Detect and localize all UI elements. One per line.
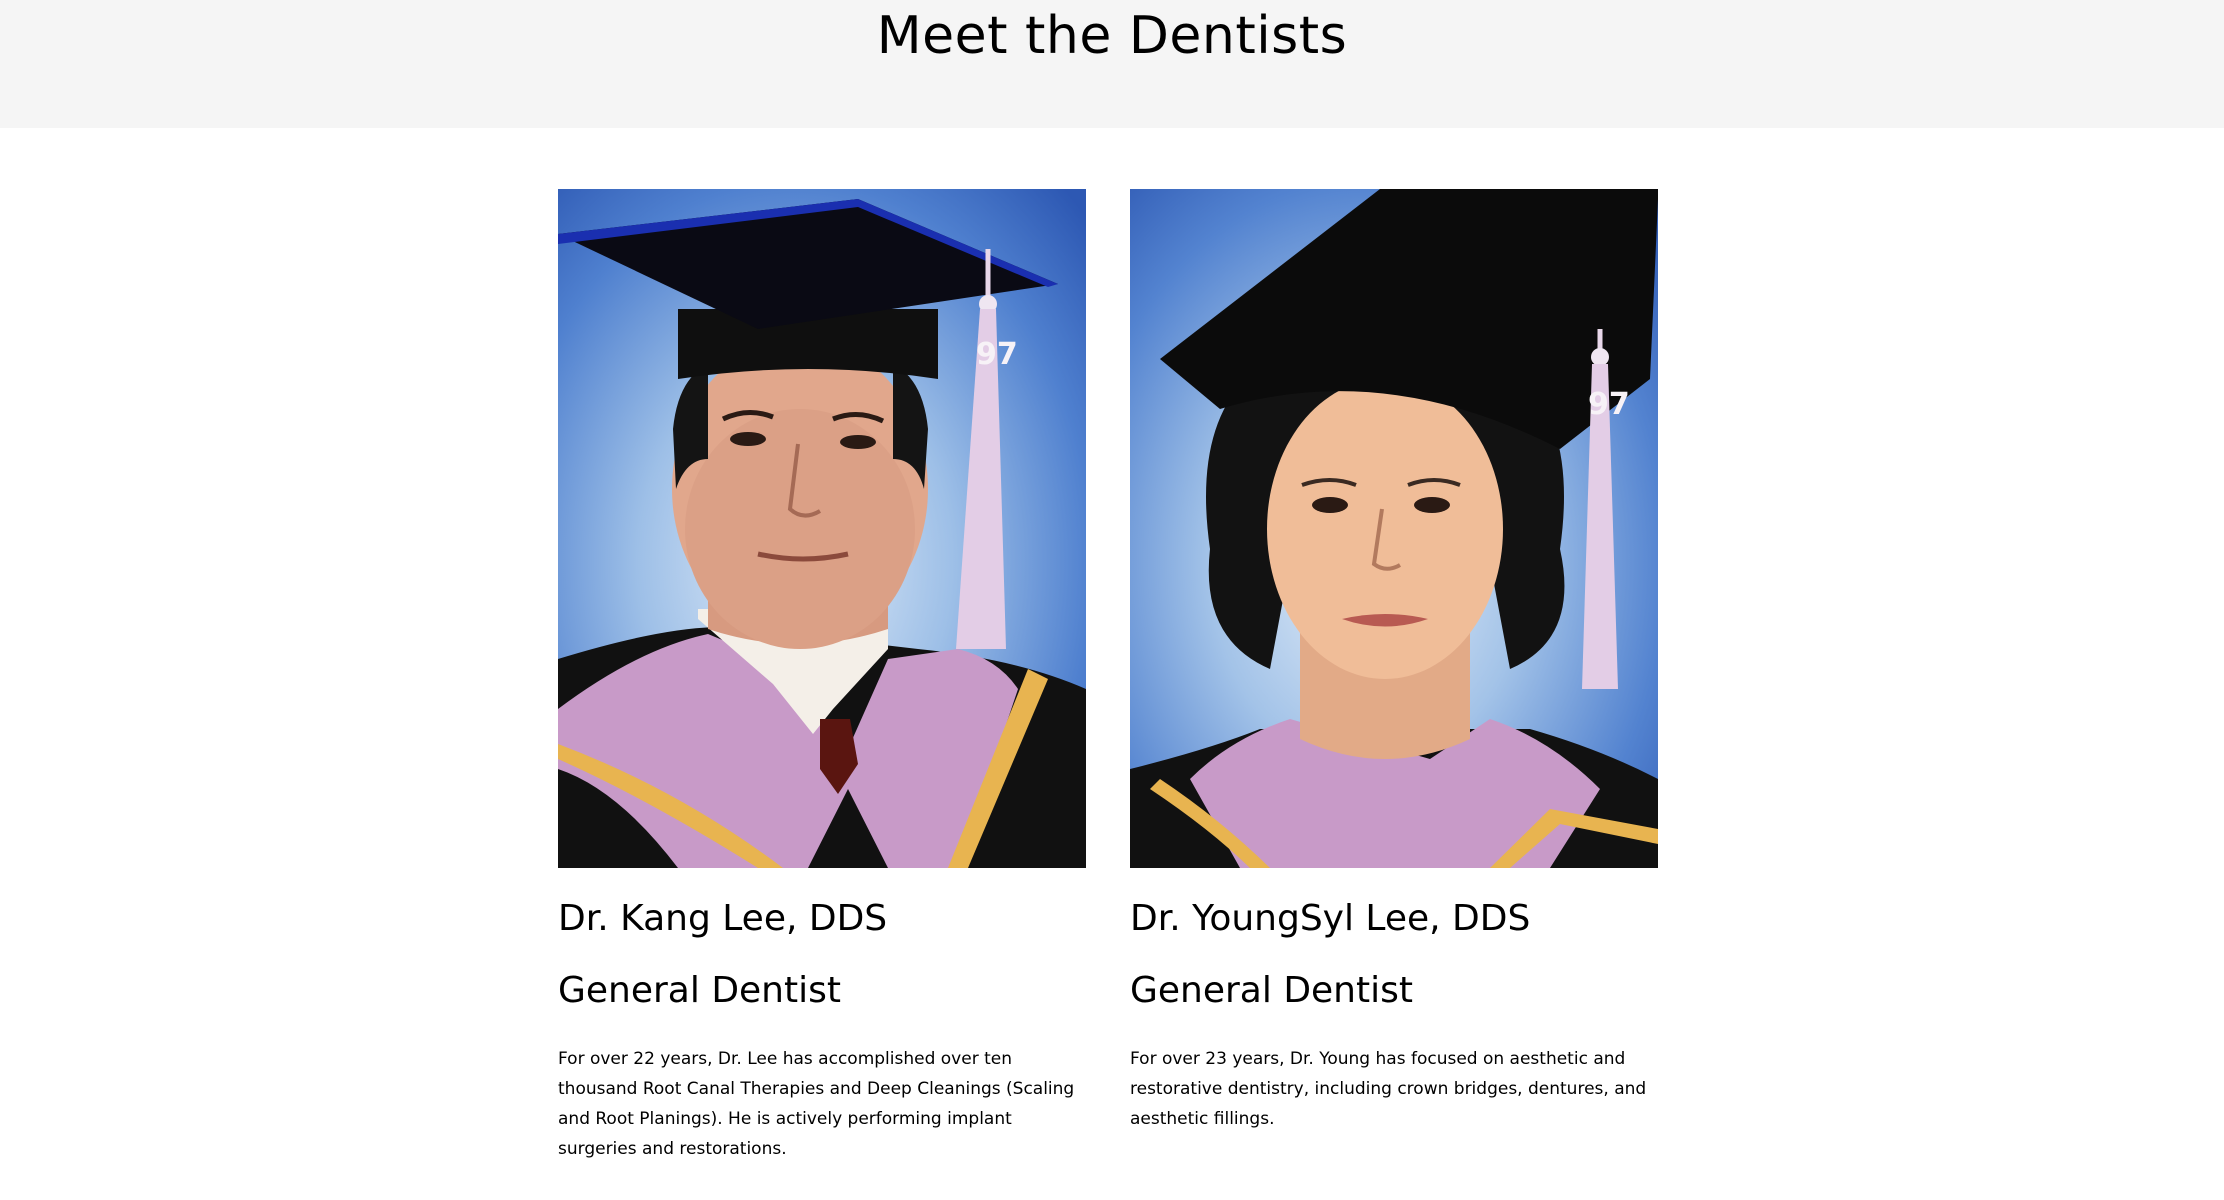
- dentist-name: Dr. YoungSyl Lee, DDS: [1130, 898, 1531, 939]
- tassel-year-charm: 97: [976, 337, 1018, 372]
- dentist-bio: For over 23 years, Dr. Young has focused…: [1130, 1049, 1647, 1129]
- dentist-role: General Dentist: [558, 970, 841, 1011]
- dentist-card: 97 Dr. YoungSyl Lee, DDS General Dentist…: [1130, 189, 1658, 1129]
- dentist-bio: For over 22 years, Dr. Lee has accomplis…: [558, 1049, 1075, 1159]
- portrait-graphic: 97: [1130, 189, 1658, 868]
- page: Meet the Dentists 97 Dr. Kang Lee, DDS G…: [0, 0, 2224, 1200]
- dentist-card: 97 Dr. Kang Lee, DDS General Dentist For…: [558, 189, 1086, 1159]
- dentist-role: General Dentist: [1130, 970, 1413, 1011]
- dentist-photo: 97: [1130, 189, 1658, 868]
- dentist-name: Dr. Kang Lee, DDS: [558, 898, 888, 939]
- page-title: Meet the Dentists: [876, 6, 1348, 66]
- tassel-year-charm: 97: [1588, 387, 1630, 422]
- portrait-graphic: 97: [558, 189, 1086, 868]
- dentist-photo: 97: [558, 189, 1086, 868]
